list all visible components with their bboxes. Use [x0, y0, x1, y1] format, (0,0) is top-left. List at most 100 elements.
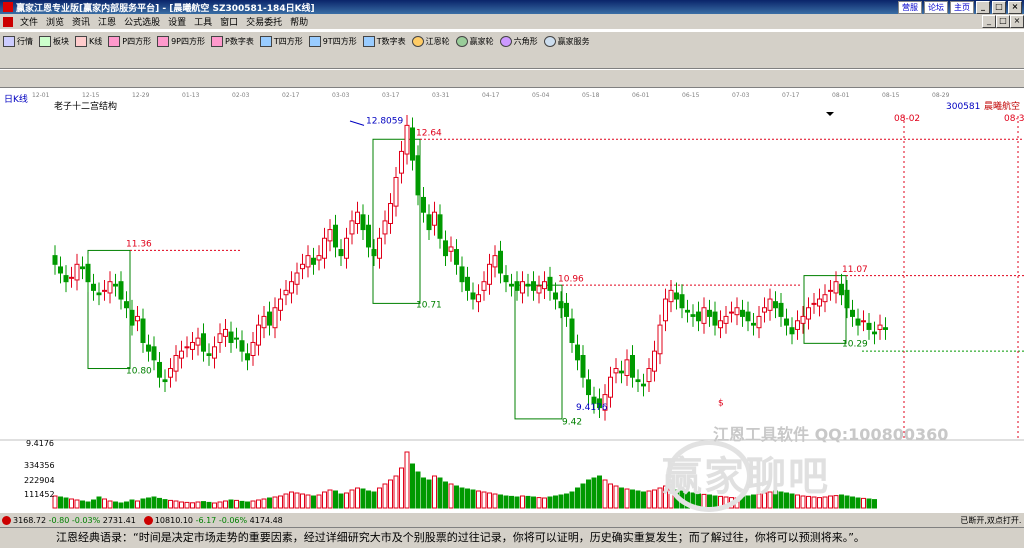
toolbar-p-square[interactable]: P四方形 — [105, 36, 154, 47]
volume-bar — [503, 495, 509, 509]
menu-info[interactable]: 资讯 — [68, 15, 94, 28]
volume-bar — [371, 491, 377, 509]
child-minimize-button[interactable]: _ — [982, 15, 996, 28]
volume-bar — [327, 489, 333, 509]
candle — [630, 345, 635, 388]
candle — [762, 297, 767, 323]
volume-bar — [388, 479, 393, 509]
menu-formula[interactable]: 公式选股 — [120, 15, 164, 28]
date-tick: 03-31 — [432, 92, 450, 99]
menu-tools[interactable]: 工具 — [190, 15, 216, 28]
gann-wheel-icon — [411, 36, 424, 47]
candle — [393, 167, 399, 217]
toolbar-gann-wheel[interactable]: 江恩轮 — [409, 36, 453, 47]
candle — [217, 323, 223, 353]
volume-bar — [591, 477, 597, 509]
maximize-button[interactable]: □ — [992, 0, 1006, 14]
candle — [459, 256, 465, 293]
volume-bar — [839, 494, 844, 509]
candle — [487, 253, 492, 295]
candle — [382, 210, 388, 245]
toolbar-kline[interactable]: K线 — [72, 36, 105, 47]
volume-tick-1: 334356 — [24, 461, 55, 470]
child-restore-button[interactable]: □ — [996, 15, 1010, 28]
volume-bar — [360, 488, 366, 509]
t-square-icon — [259, 36, 272, 47]
candle — [465, 266, 470, 301]
toolbar-quotes[interactable]: 行情 — [0, 36, 36, 47]
minimize-button[interactable]: _ — [976, 0, 990, 14]
close-button[interactable]: × — [1008, 0, 1022, 14]
dropdown-arrow-icon[interactable] — [826, 112, 834, 116]
menu-window[interactable]: 窗口 — [216, 15, 242, 28]
candle — [113, 273, 118, 297]
candle — [564, 292, 569, 327]
connection-status[interactable]: 已断开,双点打开. — [960, 515, 1021, 526]
menu-browse[interactable]: 浏览 — [42, 15, 68, 28]
index2-pct: -0.06% — [218, 515, 248, 525]
toolbar-p-table[interactable]: P数字表 — [208, 36, 257, 47]
volume-bar — [630, 489, 635, 509]
candle — [212, 336, 217, 369]
candle — [421, 187, 426, 223]
candle — [481, 271, 487, 301]
menu-trade[interactable]: 交易委托 — [242, 15, 286, 28]
candle — [828, 279, 833, 301]
candle — [344, 227, 349, 269]
candle — [74, 253, 80, 291]
date-tick: 06-15 — [682, 92, 700, 99]
date-axis: 12-01 12-15 12-29 01-13 02-03 02-17 03-03 03-17… — [32, 92, 950, 99]
structure-label: 10.80 — [126, 366, 152, 376]
date-tick: 07-03 — [732, 92, 750, 99]
structure-label: 9.4176 — [576, 403, 608, 413]
candle — [646, 358, 652, 392]
toolbar-service[interactable]: 赢家服务 — [541, 36, 593, 47]
index1-amount: 2731.41 — [102, 515, 136, 525]
volume-bar — [349, 489, 355, 509]
volume-bar — [157, 497, 162, 509]
candle — [872, 321, 877, 345]
candle — [118, 271, 124, 310]
child-close-button[interactable]: × — [1010, 15, 1024, 28]
volume-bar — [58, 496, 63, 509]
volume-bar — [404, 451, 410, 509]
toolbar-sectors[interactable]: 板块 — [36, 36, 72, 47]
candle — [289, 271, 294, 304]
menu-file[interactable]: 文件 — [16, 15, 42, 28]
menu-gann[interactable]: 江恩 — [94, 15, 120, 28]
volume-bar — [272, 496, 278, 509]
volume-bar — [366, 490, 371, 509]
volume-bar — [118, 502, 124, 509]
menu-help[interactable]: 帮助 — [286, 15, 312, 28]
volume-bar — [613, 485, 619, 509]
link-forum[interactable]: 论坛 — [924, 0, 948, 14]
volume-bar — [542, 497, 547, 509]
volume-bar — [525, 495, 531, 509]
volume-bar — [85, 501, 91, 509]
kline-chart-panel[interactable]: 12-01 12-15 12-29 01-13 02-03 02-17 03-03 03-17… — [0, 88, 1024, 510]
toolbar-winner-wheel[interactable]: 赢家轮 — [453, 36, 497, 47]
kline-chart[interactable]: 12-01 12-15 12-29 01-13 02-03 02-17 03-03 03-17… — [0, 88, 1024, 510]
candle — [586, 369, 591, 405]
menu-settings[interactable]: 设置 — [164, 15, 190, 28]
candle — [712, 301, 718, 336]
candle — [399, 141, 404, 184]
link-service[interactable]: 营服 — [898, 0, 922, 14]
toolbar-t-square[interactable]: T四方形 — [257, 36, 306, 47]
volume-bar — [333, 490, 338, 509]
volume-bar — [470, 489, 476, 509]
toolbar-t-table[interactable]: T数字表 — [360, 36, 409, 47]
candle — [767, 288, 773, 321]
toolbar-hexagon[interactable]: 六角形 — [497, 36, 541, 47]
link-home[interactable]: 主页 — [950, 0, 974, 14]
candle — [338, 239, 344, 267]
candle — [173, 345, 179, 382]
candle — [822, 284, 828, 313]
candle — [476, 284, 481, 313]
toolbar-9t-square[interactable]: 9T四方形 — [306, 36, 360, 47]
candle — [883, 317, 888, 340]
candle — [426, 204, 432, 240]
toolbar-9p-square[interactable]: 9P四方形 — [154, 36, 208, 47]
candle — [245, 343, 250, 371]
date-tick: 12-15 — [82, 92, 100, 99]
